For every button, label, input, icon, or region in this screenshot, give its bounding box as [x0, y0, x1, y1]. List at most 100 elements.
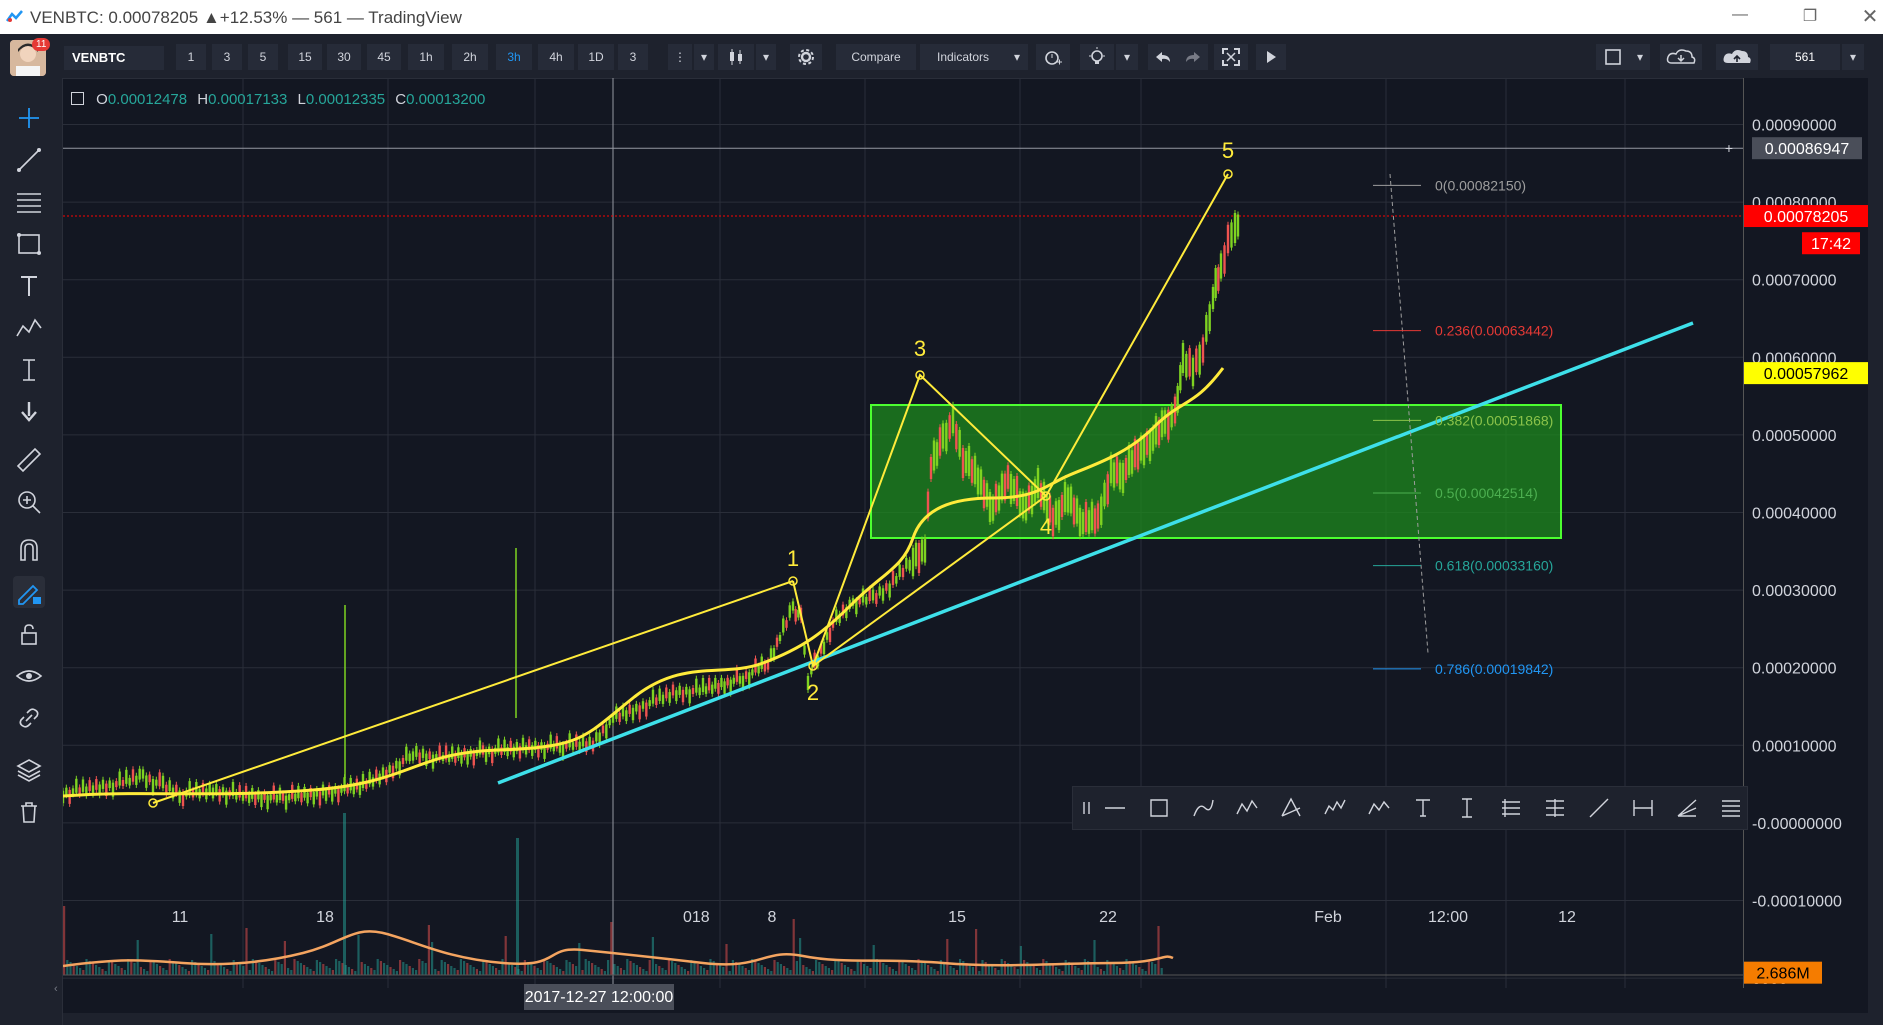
candle-body: [641, 701, 645, 709]
layout-dropdown-button[interactable]: ▾: [1630, 44, 1650, 70]
candle-body: [985, 483, 989, 507]
layout-name-button[interactable]: 561: [1770, 44, 1840, 70]
rectangle-tool-icon[interactable]: [1150, 799, 1168, 817]
timeframe-30-button[interactable]: 30: [327, 44, 361, 70]
drag-handle-icon[interactable]: [1083, 802, 1090, 814]
timeframe-dropdown-button[interactable]: ▾: [694, 44, 714, 70]
legend-collapse-icon[interactable]: [71, 92, 84, 105]
crosshair-plus-icon[interactable]: +: [1725, 140, 1733, 156]
text-tool-icon[interactable]: [1416, 799, 1430, 817]
collapse-sidebar-icon[interactable]: ‹: [54, 983, 58, 995]
ideas-dropdown-button[interactable]: ▾: [1116, 44, 1138, 70]
pattern-icon[interactable]: [13, 312, 45, 344]
candle-body: [1084, 502, 1088, 532]
layers-icon[interactable]: [13, 754, 45, 786]
link-icon[interactable]: [13, 702, 45, 734]
more-timeframes-button[interactable]: ⋮: [668, 44, 692, 70]
rectangle-icon[interactable]: [13, 228, 45, 260]
fib-extension-icon[interactable]: [1546, 799, 1564, 817]
price-tick-label: 0.00040000: [1752, 506, 1837, 523]
bar-style-dropdown-button[interactable]: ▾: [756, 44, 776, 70]
xabcd-pattern-icon[interactable]: [1236, 799, 1258, 815]
trash-icon[interactable]: [13, 796, 45, 828]
fullscreen-button[interactable]: [1214, 44, 1248, 70]
volume-bar: [971, 967, 974, 975]
compare-button[interactable]: Compare: [836, 44, 916, 70]
candle-body: [1096, 503, 1100, 529]
redo-button[interactable]: [1178, 44, 1208, 70]
timeframe-1-button[interactable]: 1: [176, 44, 206, 70]
replay-button[interactable]: [1256, 44, 1286, 70]
arrow-down-icon[interactable]: [13, 396, 45, 428]
volume-bar: [1013, 967, 1016, 975]
undo-button[interactable]: [1148, 44, 1178, 70]
magnet-icon[interactable]: [13, 534, 45, 566]
volume-bar: [440, 960, 443, 975]
volume-bar: [885, 965, 888, 975]
date-range-icon[interactable]: [1633, 800, 1653, 816]
volume-bar: [491, 966, 494, 975]
ray-icon[interactable]: [1589, 798, 1609, 818]
gann-box-icon[interactable]: [1722, 800, 1740, 817]
timeframe-15-button[interactable]: 15: [288, 44, 322, 70]
volume-bar: [923, 963, 926, 975]
eye-icon[interactable]: [13, 660, 45, 692]
zoom-in-icon[interactable]: [13, 486, 45, 518]
lock-icon[interactable]: [13, 618, 45, 650]
timeframe-45-button[interactable]: 45: [367, 44, 401, 70]
cyan-trend-line[interactable]: [497, 321, 1694, 785]
timeframe-3-button[interactable]: 3: [618, 44, 648, 70]
vertical-measure-icon[interactable]: [1462, 798, 1472, 818]
candle-body: [631, 707, 635, 721]
trend-line-icon[interactable]: [13, 144, 45, 176]
abcd-pattern-icon[interactable]: [1368, 800, 1390, 815]
timeframe-5-button[interactable]: 5: [248, 44, 278, 70]
candle-body: [294, 793, 297, 802]
right-panel-strip[interactable]: [1868, 34, 1883, 1025]
volume-bar: [395, 971, 398, 975]
load-chart-button[interactable]: [1660, 44, 1702, 70]
horizontal-lines-icon[interactable]: [13, 186, 45, 218]
indicators-dropdown-button[interactable]: ▾: [1006, 44, 1028, 70]
ideas-button[interactable]: [1080, 44, 1114, 70]
layout-button[interactable]: [1596, 44, 1630, 70]
volume-bar: [891, 969, 894, 975]
elliott-wave-icon[interactable]: [1324, 799, 1346, 815]
indicators-button[interactable]: Indicators: [920, 44, 1006, 70]
bar-style-button[interactable]: [718, 44, 754, 70]
lock-drawing-mode-icon[interactable]: [13, 576, 45, 608]
settings-button[interactable]: [790, 44, 822, 70]
brush-icon[interactable]: [1193, 799, 1214, 817]
price-scale[interactable]: 0.000900000.000800000.000700000.00060000…: [1743, 78, 1868, 988]
alert-button[interactable]: [1036, 44, 1070, 70]
timeframe-3h-button[interactable]: 3h: [496, 44, 532, 70]
fib-retracement-icon[interactable]: [1502, 799, 1520, 817]
volume-bar: [299, 963, 302, 975]
volume-bar: [693, 962, 696, 975]
candle-body: [1136, 442, 1140, 470]
minimize-button[interactable]: —: [1720, 6, 1760, 24]
layout-name-dropdown-button[interactable]: ▾: [1842, 44, 1864, 70]
timeframe-1h-button[interactable]: 1h: [408, 44, 444, 70]
timeframe-4h-button[interactable]: 4h: [538, 44, 574, 70]
timeframe-1d-button[interactable]: 1D: [578, 44, 614, 70]
text-icon[interactable]: [13, 270, 45, 302]
volume-bar: [1051, 965, 1054, 975]
fib-fan-icon[interactable]: [1281, 797, 1301, 817]
crosshair-icon[interactable]: [13, 102, 45, 134]
volume-bar: [719, 965, 722, 975]
close-button[interactable]: ✕: [1850, 4, 1883, 29]
pitchfork-icon[interactable]: [1677, 799, 1697, 817]
candle-body: [1124, 458, 1128, 480]
volume-bar: [431, 942, 434, 975]
chart-pane[interactable]: 123450(0.00082150)0.236(0.00063442)0.382…: [63, 78, 1743, 1013]
volume-bar: [706, 970, 709, 975]
candle-body: [1036, 468, 1040, 498]
symbol-search-button[interactable]: VENBTC: [64, 46, 164, 70]
save-chart-button[interactable]: [1716, 44, 1758, 70]
ruler-icon[interactable]: [13, 444, 45, 476]
timeframe-3-button[interactable]: 3: [212, 44, 242, 70]
timeframe-2h-button[interactable]: 2h: [452, 44, 488, 70]
restore-button[interactable]: ❐: [1790, 6, 1830, 26]
measure-icon[interactable]: [13, 354, 45, 386]
